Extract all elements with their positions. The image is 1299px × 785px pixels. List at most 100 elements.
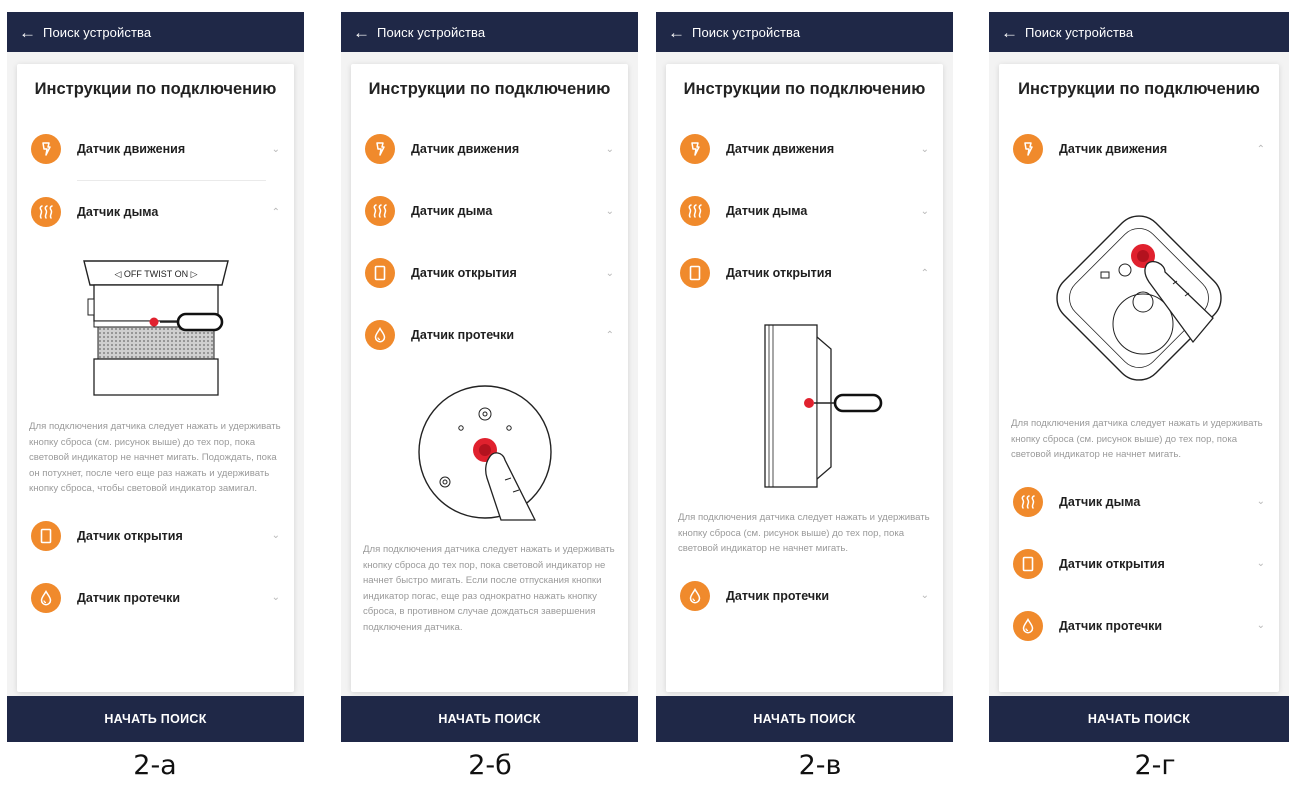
accordion-item[interactable]: Датчик открытия ⌃	[666, 242, 943, 304]
svg-text:◁ OFF TWIST ON ▷: ◁ OFF TWIST ON ▷	[114, 269, 197, 279]
chevron-up-icon[interactable]: ⌃	[606, 330, 614, 341]
accordion-item[interactable]: Датчик дыма ⌄	[999, 471, 1279, 533]
figure-caption: 2-б	[468, 750, 512, 781]
back-arrow-icon[interactable]: ←	[341, 24, 377, 41]
accordion-item-label: Датчик протечки	[726, 588, 830, 603]
accordion-item-label: Датчик дыма	[77, 205, 159, 219]
accordion-item-label: Датчик движения	[1059, 142, 1168, 156]
back-arrow-icon[interactable]: ←	[656, 24, 692, 41]
back-arrow-icon[interactable]: ←	[7, 24, 43, 41]
card-title: Инструкции по подключению	[1018, 80, 1260, 98]
start-search-button[interactable]: НАЧАТЬ ПОИСК	[656, 696, 953, 742]
chevron-down-icon[interactable]: ⌄	[1257, 620, 1265, 631]
accordion-item[interactable]: Датчик движения ⌄	[351, 118, 628, 180]
accordion-item[interactable]: Датчик протечки ⌄	[999, 595, 1279, 657]
header-title: Поиск устройства	[692, 24, 801, 40]
chevron-up-icon[interactable]: ⌃	[921, 268, 929, 279]
accordion-item[interactable]: Датчик протечки ⌄	[666, 565, 943, 627]
accordion-item[interactable]: Датчик движения ⌄	[666, 118, 943, 180]
smoke-sensor-icon	[1013, 486, 1043, 517]
instructions-card: Инструкции по подключению Датчик движения…	[351, 64, 628, 692]
leak-sensor-icon	[1013, 610, 1043, 641]
motion-sensor-icon	[680, 134, 710, 164]
app-header: ← Поиск устройства	[656, 12, 953, 52]
accordion-item-label: Датчик движения	[411, 142, 520, 156]
chevron-down-icon[interactable]: ⌄	[272, 144, 280, 155]
card-title: Инструкции по подключению	[34, 80, 277, 98]
accordion-item-label: Датчик протечки	[411, 328, 515, 342]
chevron-down-icon[interactable]: ⌄	[272, 530, 280, 541]
accordion-item[interactable]: Датчик дыма ⌄	[351, 180, 628, 242]
instructions-card: Инструкции по подключению Датчик движения…	[999, 64, 1279, 692]
accordion-item-label: Датчик дыма	[726, 204, 808, 218]
leak-sensor-icon	[31, 582, 61, 613]
instructions-card: Инструкции по подключению Датчик движения…	[17, 64, 294, 692]
door-sensor-icon	[680, 258, 710, 288]
accordion-item[interactable]: Датчик открытия ⌄	[351, 242, 628, 304]
door-sensor-icon	[31, 520, 61, 551]
chevron-down-icon[interactable]: ⌄	[606, 268, 614, 279]
sensor-reset-illustration	[351, 366, 628, 542]
motion-sensor-icon	[365, 134, 395, 164]
app-header: ← Поиск устройства	[7, 12, 304, 52]
motion-sensor-icon	[1013, 134, 1043, 164]
app-header: ← Поиск устройства	[989, 12, 1289, 52]
accordion-item-label: Датчик движения	[726, 142, 835, 156]
instruction-text: Для подключения датчика следует нажать и…	[363, 544, 615, 633]
chevron-down-icon[interactable]: ⌄	[921, 206, 929, 217]
start-search-button[interactable]: НАЧАТЬ ПОИСК	[341, 696, 638, 742]
screen-panel-c: ← Поиск устройства Инструкции по подключен…	[656, 12, 953, 742]
card-title: Инструкции по подключению	[368, 80, 611, 98]
chevron-down-icon[interactable]: ⌄	[1257, 558, 1265, 569]
instruction-text: Для подключения датчика следует нажать и…	[1011, 418, 1263, 460]
sensor-reset-illustration	[666, 304, 943, 510]
instruction-text: Для подключения датчика следует нажать и…	[29, 421, 281, 494]
accordion-item-label: Датчик протечки	[1059, 618, 1163, 633]
accordion-item-label: Датчик протечки	[77, 590, 181, 605]
screen-panel-b: ← Поиск устройства Инструкции по подключен…	[341, 12, 638, 742]
header-title: Поиск устройства	[1025, 24, 1134, 40]
door-sensor-icon	[1013, 548, 1043, 579]
accordion-item-label: Датчик открытия	[726, 266, 832, 280]
accordion-item[interactable]: Датчик движения ⌃	[999, 118, 1279, 180]
figure-caption: 2-г	[1134, 750, 1176, 781]
smoke-sensor-icon	[680, 196, 710, 226]
figure-caption: 2-в	[798, 750, 842, 781]
accordion-item-label: Датчик дыма	[411, 204, 493, 218]
accordion-item[interactable]: Датчик дыма ⌃	[17, 181, 294, 243]
chevron-down-icon[interactable]: ⌄	[921, 144, 929, 155]
chevron-up-icon[interactable]: ⌃	[272, 207, 280, 218]
chevron-down-icon[interactable]: ⌄	[272, 592, 280, 603]
accordion-item-label: Датчик движения	[77, 142, 186, 156]
chevron-down-icon[interactable]: ⌄	[606, 144, 614, 155]
accordion-item-label: Датчик открытия	[411, 266, 517, 280]
sensor-reset-illustration: ◁ OFF TWIST ON ▷	[17, 243, 294, 419]
back-arrow-icon[interactable]: ←	[989, 24, 1025, 41]
smoke-sensor-icon	[31, 197, 61, 227]
accordion-item[interactable]: Датчик открытия ⌄	[17, 505, 294, 567]
accordion-item[interactable]: Датчик протечки ⌄	[17, 567, 294, 629]
accordion-item-label: Датчик открытия	[1059, 556, 1165, 571]
accordion-item[interactable]: Датчик дыма ⌄	[666, 180, 943, 242]
instructions-card: Инструкции по подключению Датчик движения…	[666, 64, 943, 692]
start-search-button[interactable]: НАЧАТЬ ПОИСК	[989, 696, 1289, 742]
accordion-item[interactable]: Датчик протечки ⌃	[351, 304, 628, 366]
header-title: Поиск устройства	[377, 24, 486, 40]
screen-panel-d: ← Поиск устройства Инструкции по подключен…	[989, 12, 1289, 742]
chevron-down-icon[interactable]: ⌄	[1257, 496, 1265, 507]
start-search-button[interactable]: НАЧАТЬ ПОИСК	[7, 696, 304, 742]
chevron-up-icon[interactable]: ⌃	[1257, 144, 1265, 155]
smoke-sensor-icon	[365, 196, 395, 226]
accordion-item[interactable]: Датчик открытия ⌄	[999, 533, 1279, 595]
accordion-item[interactable]: Датчик движения ⌄	[17, 118, 294, 180]
app-header: ← Поиск устройства	[341, 12, 638, 52]
figure-caption: 2-а	[133, 750, 177, 781]
header-title: Поиск устройства	[43, 24, 152, 40]
sensor-reset-illustration	[999, 180, 1279, 416]
chevron-down-icon[interactable]: ⌄	[606, 206, 614, 217]
chevron-down-icon[interactable]: ⌄	[921, 590, 929, 601]
